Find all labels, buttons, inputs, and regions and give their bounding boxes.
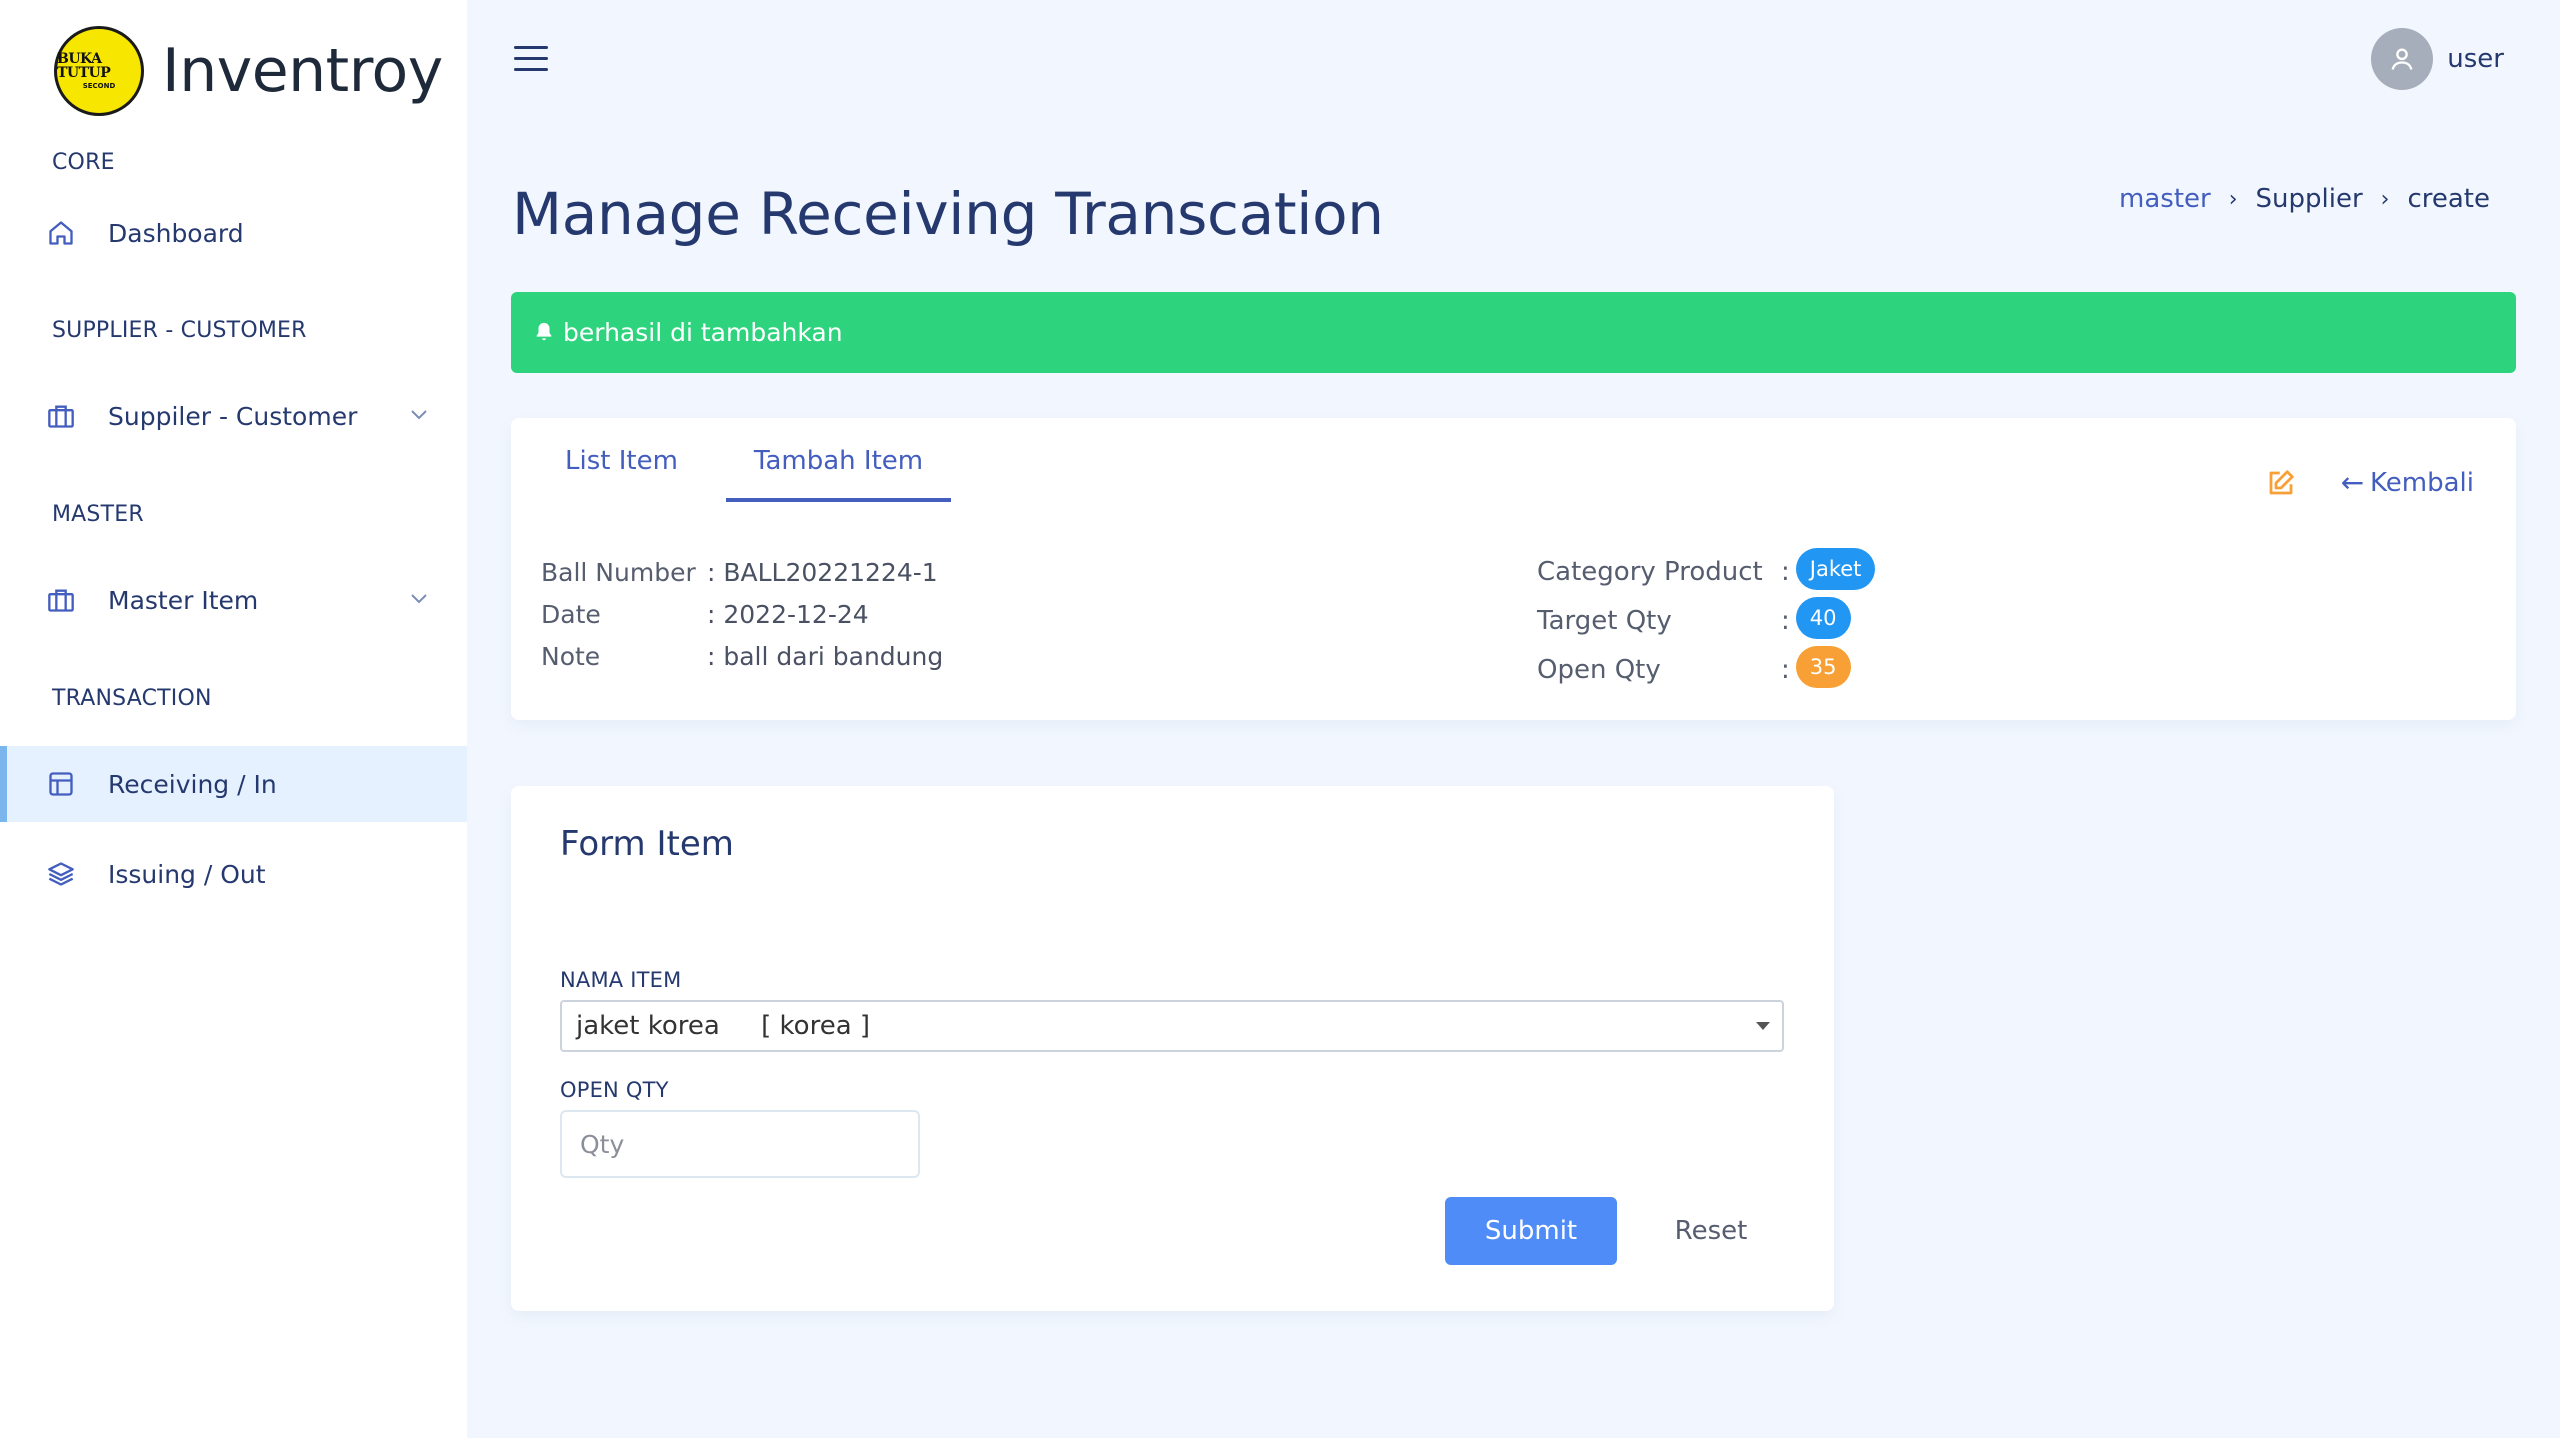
logo-subtext: SECOND <box>82 82 116 90</box>
tab-bar: List Item Tambah Item <box>553 446 952 502</box>
briefcase-icon <box>46 401 76 431</box>
alert-message: berhasil di tambahkan <box>563 318 843 347</box>
briefcase-icon <box>46 585 76 615</box>
sidebar-item-label: Dashboard <box>108 218 244 248</box>
page-title: Manage Receiving Transcation <box>512 180 1384 248</box>
brand-logo: BUKA TUTUP SECOND <box>54 26 144 116</box>
tab-tambah-item[interactable]: Tambah Item <box>725 446 952 502</box>
detail-value: : BALL20221224-1 <box>707 558 938 587</box>
open-qty-input[interactable] <box>560 1110 920 1178</box>
detail-row: Ball Number : BALL20221224-1 <box>541 552 943 594</box>
back-label: Kembali <box>2370 467 2474 498</box>
breadcrumb: master › Supplier › create <box>2119 184 2490 214</box>
user-name[interactable]: user <box>2447 44 2504 74</box>
sidebar-item-supplier-customer[interactable]: Suppiler - Customer <box>0 378 467 454</box>
breadcrumb-create: create <box>2407 184 2490 214</box>
sidebar: BUKA TUTUP SECOND Inventroy CORE Dashboa… <box>0 0 467 1438</box>
detail-row: Date : 2022-12-24 <box>541 594 943 636</box>
section-title-transaction: TRANSACTION <box>52 686 212 711</box>
detail-value: : ball dari bandung <box>707 642 944 671</box>
sidebar-item-label: Suppiler - Customer <box>108 401 358 431</box>
category-badge: Jaket <box>1795 548 1876 590</box>
tab-list-item[interactable]: List Item <box>553 446 702 502</box>
select-value: jaket korea [ korea ] <box>576 1011 871 1041</box>
detail-key: Category Product <box>1537 557 1763 587</box>
form-title: Form Item <box>560 824 734 864</box>
breadcrumb-separator: › <box>2228 186 2238 212</box>
layers-icon <box>46 859 76 889</box>
breadcrumb-supplier: Supplier <box>2255 184 2363 214</box>
brand-name: Inventroy <box>162 36 443 106</box>
sidebar-item-label: Master Item <box>108 585 259 615</box>
sidebar-item-label: Issuing / Out <box>108 859 266 889</box>
detail-key: Target Qty <box>1537 606 1672 636</box>
submit-button[interactable]: Submit <box>1445 1197 1617 1265</box>
sidebar-item-label: Receiving / In <box>108 769 277 799</box>
detail-key: Open Qty <box>1537 655 1661 685</box>
breadcrumb-master[interactable]: master <box>2119 184 2211 214</box>
nama-item-label: NAMA ITEM <box>560 968 682 992</box>
success-alert: berhasil di tambahkan <box>511 292 2516 373</box>
avatar[interactable] <box>2371 28 2434 90</box>
open-qty-badge: 35 <box>1795 646 1851 688</box>
section-title-core: CORE <box>52 150 115 175</box>
arrow-left-icon: ← <box>2340 466 2365 499</box>
detail-row: Open Qty : 35 <box>1537 646 1875 695</box>
home-icon <box>46 218 76 248</box>
detail-row: Category Product : Jaket <box>1537 548 1876 597</box>
receiving-info-card: List Item Tambah Item ← Kembali Ball Num… <box>511 418 2516 720</box>
bell-icon <box>533 320 557 346</box>
logo-text: BUKA TUTUP <box>57 51 111 81</box>
section-title-master: MASTER <box>52 502 144 527</box>
form-item-card: Form Item NAMA ITEM jaket korea [ korea … <box>511 786 1834 1311</box>
detail-key: Ball Number <box>541 558 696 587</box>
detail-value: : 2022-12-24 <box>707 600 869 629</box>
sidebar-item-master-item[interactable]: Master Item <box>0 562 467 638</box>
caret-down-icon <box>1756 1022 1770 1030</box>
detail-row: Note : ball dari bandung <box>541 636 943 678</box>
sidebar-item-dashboard[interactable]: Dashboard <box>0 195 467 271</box>
sidebar-item-issuing[interactable]: Issuing / Out <box>0 836 467 912</box>
target-qty-badge: 40 <box>1795 597 1851 639</box>
brand[interactable]: BUKA TUTUP SECOND Inventroy <box>54 26 443 116</box>
user-menu[interactable]: user <box>2371 28 2504 90</box>
detail-row: Target Qty : 40 <box>1537 597 1875 646</box>
nama-item-select[interactable]: jaket korea [ korea ] <box>560 1000 1784 1052</box>
back-button[interactable]: ← Kembali <box>2341 466 2474 499</box>
hamburger-icon[interactable] <box>514 46 548 74</box>
receiving-details: Ball Number : BALL20221224-1 Date : 2022… <box>541 552 943 678</box>
table-icon <box>46 769 76 799</box>
detail-key: Date <box>541 600 601 629</box>
detail-key: Note <box>541 642 601 671</box>
reset-button[interactable]: Reset <box>1641 1197 1781 1265</box>
chevron-down-icon[interactable] <box>407 402 431 426</box>
quantity-details: Category Product : Jaket Target Qty : 40… <box>1537 548 1876 695</box>
breadcrumb-separator: › <box>2380 186 2390 212</box>
sidebar-item-receiving[interactable]: Receiving / In <box>0 746 467 822</box>
edit-icon[interactable] <box>2266 468 2298 500</box>
open-qty-label: OPEN QTY <box>560 1078 669 1102</box>
chevron-down-icon[interactable] <box>407 586 431 610</box>
section-title-supplier-customer: SUPPLIER - CUSTOMER <box>52 318 307 343</box>
